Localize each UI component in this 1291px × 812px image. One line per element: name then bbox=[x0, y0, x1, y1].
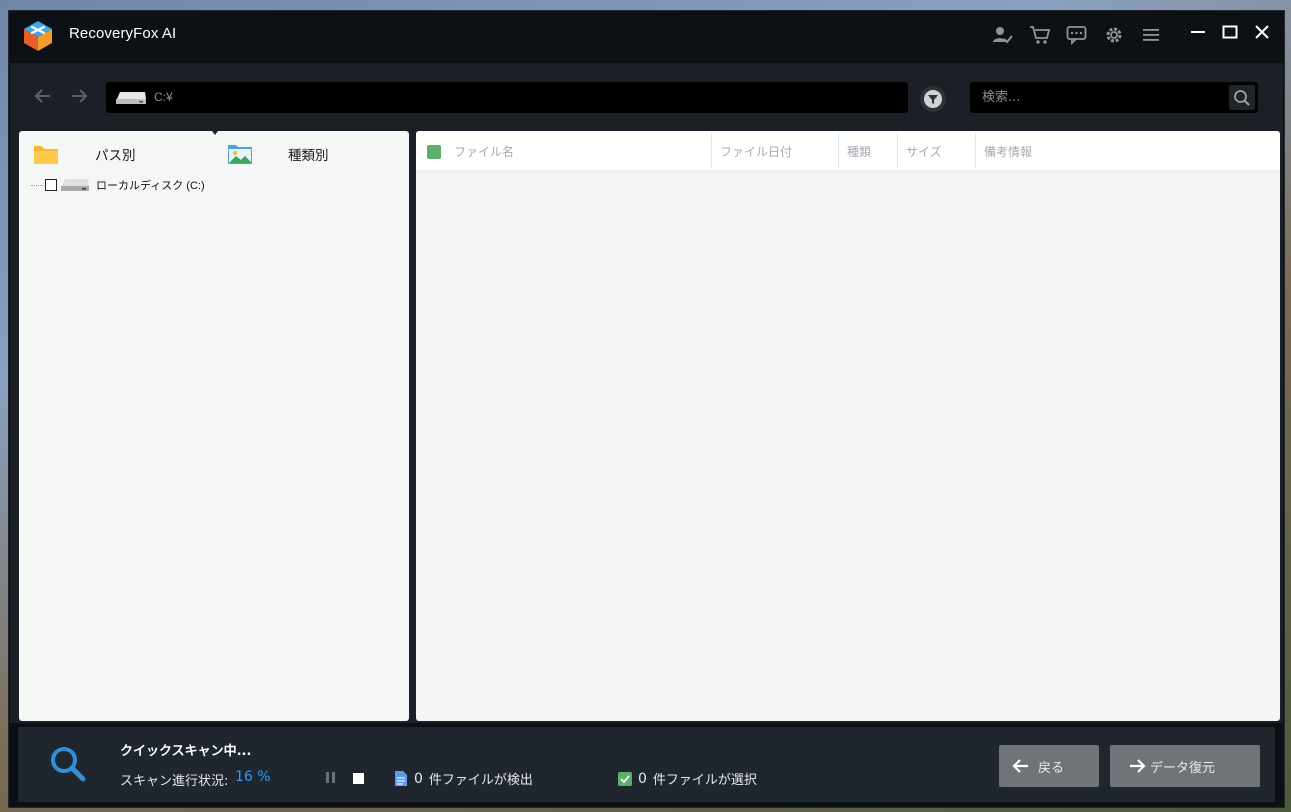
selected-count-label: 件ファイルが選択 bbox=[652, 773, 757, 788]
settings-gear-icon[interactable] bbox=[1102, 23, 1125, 46]
path-bar[interactable]: C:¥ bbox=[106, 82, 908, 113]
select-all-checkbox[interactable] bbox=[427, 145, 441, 159]
column-header-date[interactable]: ファイル日付 bbox=[720, 131, 792, 171]
scan-status-bar: クイックスキャン中... スキャン進行状況: 16 % 0 件ファイルが検出 0… bbox=[18, 727, 1275, 802]
tree-connector bbox=[31, 184, 43, 186]
maximize-button[interactable] bbox=[1218, 19, 1242, 45]
arrow-right-icon bbox=[1130, 759, 1146, 773]
recover-button[interactable]: データ復元 bbox=[1110, 745, 1260, 787]
checkbox-checked-icon bbox=[618, 771, 632, 786]
drive-icon bbox=[61, 179, 89, 191]
recover-button-label: データ復元 bbox=[1150, 760, 1216, 776]
column-header-type[interactable]: 種類 bbox=[847, 131, 871, 171]
filter-icon bbox=[924, 90, 942, 108]
scan-magnifier-icon bbox=[51, 747, 86, 782]
file-list-panel: ファイル名 ファイル日付 種類 サイズ 備考情報 bbox=[416, 131, 1280, 721]
app-logo-icon bbox=[24, 21, 52, 51]
column-divider bbox=[711, 133, 712, 167]
found-count-value: 0 bbox=[414, 770, 423, 787]
tab-by-path-label: パス別 bbox=[95, 148, 136, 164]
column-header-filename[interactable]: ファイル名 bbox=[454, 131, 514, 171]
tree-view-tabs: パス別 種類別 bbox=[19, 131, 409, 173]
document-icon bbox=[395, 771, 407, 786]
tree-item-local-disk[interactable]: ローカルディスク (C:) bbox=[31, 176, 205, 194]
found-files-count: 0 件ファイルが検出 bbox=[394, 769, 533, 788]
tab-by-type-label: 種類別 bbox=[288, 148, 329, 164]
feedback-icon[interactable] bbox=[1065, 23, 1088, 46]
account-icon[interactable] bbox=[991, 23, 1014, 46]
stop-button[interactable] bbox=[353, 773, 364, 784]
title-toolbar bbox=[991, 23, 1162, 46]
title-bar: RecoveryFox AI bbox=[9, 11, 1284, 61]
column-divider bbox=[897, 133, 898, 167]
content-area: パス別 種類別 ローカルディスク (C:) ファイル名 ファイル日付 種類 サイ… bbox=[10, 131, 1283, 723]
scan-progress-label: スキャン進行状況: bbox=[120, 774, 229, 789]
folder-icon bbox=[34, 146, 58, 164]
app-window: RecoveryFox AI C:¥ 検索... パス別 種類別 ローカルディス… bbox=[8, 10, 1285, 808]
column-divider bbox=[975, 133, 976, 167]
pause-button[interactable] bbox=[326, 772, 335, 783]
scan-progress-value: 16 % bbox=[235, 769, 271, 785]
column-divider bbox=[838, 133, 839, 167]
window-controls bbox=[1186, 19, 1274, 45]
current-path: C:¥ bbox=[154, 90, 173, 104]
tab-indicator bbox=[212, 131, 218, 135]
app-title: RecoveryFox AI bbox=[69, 25, 177, 42]
drive-icon bbox=[116, 92, 146, 104]
tree-item-checkbox[interactable] bbox=[45, 179, 57, 191]
back-button[interactable]: 戻る bbox=[999, 745, 1099, 787]
nav-forward-icon[interactable] bbox=[68, 85, 90, 107]
image-folder-icon bbox=[228, 145, 252, 164]
arrow-left-icon bbox=[1012, 759, 1028, 773]
tab-by-path[interactable]: パス別 bbox=[33, 141, 136, 167]
back-button-label: 戻る bbox=[1038, 760, 1065, 776]
selected-files-count: 0 件ファイルが選択 bbox=[618, 769, 757, 788]
file-table-header: ファイル名 ファイル日付 種類 サイズ 備考情報 bbox=[416, 131, 1280, 171]
tab-by-type[interactable]: 種類別 bbox=[227, 141, 329, 167]
pause-icon-bar bbox=[326, 772, 329, 783]
selected-count-value: 0 bbox=[638, 770, 647, 787]
close-button[interactable] bbox=[1250, 19, 1274, 45]
folder-tree-panel: パス別 種類別 ローカルディスク (C:) bbox=[19, 131, 409, 721]
search-input[interactable] bbox=[970, 82, 1220, 113]
filter-button[interactable] bbox=[920, 86, 946, 112]
found-count-label: 件ファイルが検出 bbox=[428, 773, 533, 788]
minimize-button[interactable] bbox=[1186, 19, 1210, 45]
menu-icon[interactable] bbox=[1139, 23, 1162, 46]
pause-icon-bar bbox=[332, 772, 335, 783]
column-header-size[interactable]: サイズ bbox=[906, 131, 942, 171]
scan-title: クイックスキャン中... bbox=[120, 744, 252, 759]
search-button[interactable] bbox=[1229, 85, 1255, 110]
search-box bbox=[970, 82, 1258, 113]
cart-icon[interactable] bbox=[1028, 23, 1051, 46]
nav-back-icon[interactable] bbox=[32, 85, 54, 107]
path-toolbar: C:¥ bbox=[10, 63, 1283, 131]
search-icon bbox=[1234, 89, 1250, 106]
tree-item-label: ローカルディスク (C:) bbox=[96, 180, 205, 192]
column-header-notes[interactable]: 備考情報 bbox=[984, 131, 1032, 171]
